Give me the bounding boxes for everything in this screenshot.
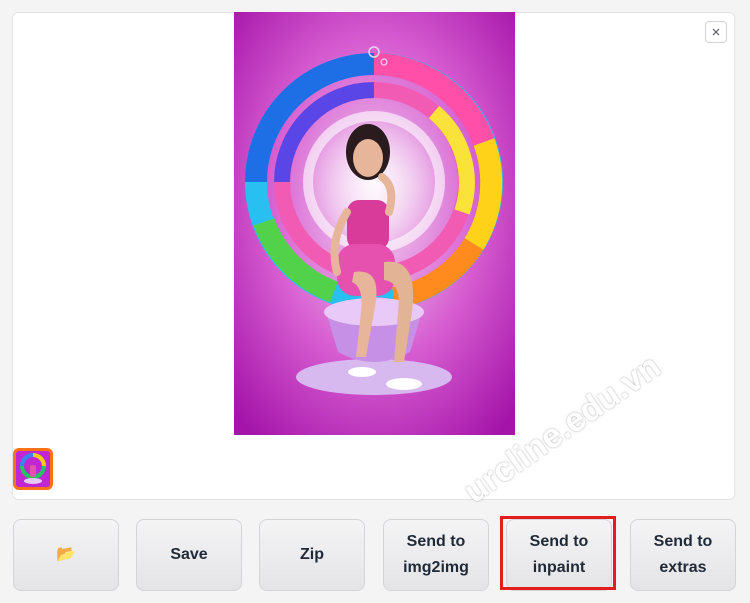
zip-button[interactable]: Zip [259, 519, 365, 591]
save-button[interactable]: Save [136, 519, 242, 591]
folder-icon: 📂 [56, 546, 76, 563]
highlight-box [500, 516, 616, 590]
send-to-img2img-label: Send to img2img [403, 533, 469, 576]
save-label: Save [170, 546, 208, 563]
thumbnail-image [16, 451, 50, 487]
send-to-img2img-button[interactable]: Send to img2img [383, 519, 489, 591]
thumbnail[interactable] [13, 448, 53, 490]
close-button[interactable]: × [705, 21, 727, 43]
send-to-extras-button[interactable]: Send to extras [630, 519, 736, 591]
open-folder-button[interactable]: 📂 [13, 519, 119, 591]
close-icon: × [711, 23, 721, 41]
generated-image[interactable] [234, 12, 515, 435]
zip-label: Zip [300, 546, 324, 563]
generated-image-art [234, 12, 515, 435]
send-to-extras-label: Send to extras [653, 533, 713, 576]
